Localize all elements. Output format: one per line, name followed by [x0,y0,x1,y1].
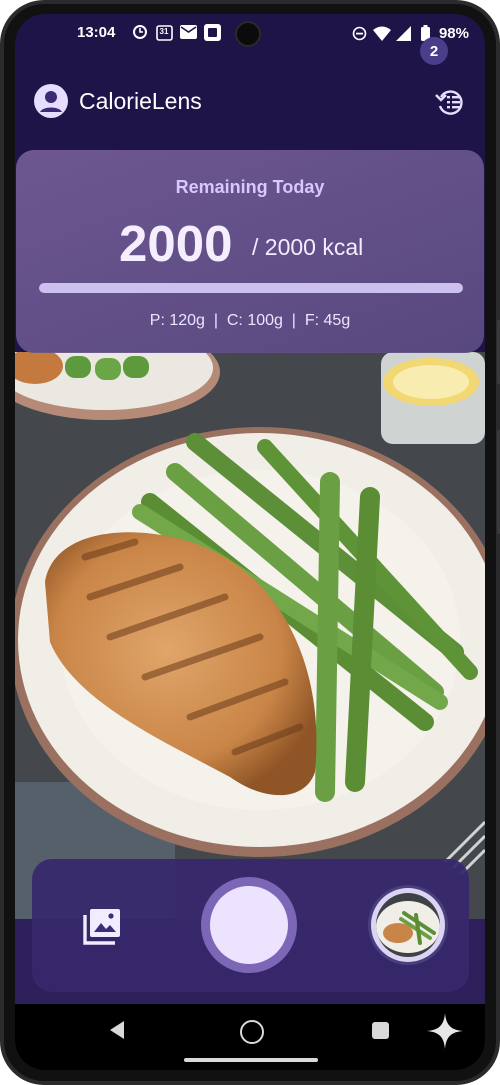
camera-preview[interactable] [15,352,485,919]
nav-home-button[interactable] [240,1020,264,1044]
sparkle-icon[interactable] [427,1013,463,1049]
thumbnail-image [376,893,440,957]
signal-icon [395,24,413,42]
screen: 13:04 31 98% CalorieLens Remaining Today… [15,14,485,1070]
battery-level: 98% [438,24,469,42]
calendar-icon: 31 [155,23,173,41]
history-list-button[interactable] [433,85,467,119]
app-title: CalorieLens [79,88,202,114]
mail-icon [179,23,197,41]
shutter-button-inner [210,886,288,964]
remaining-calories-value: 2000 [119,215,233,272]
remaining-calories-card: Remaining Today 2000 / 2000 kcal P: 120g… [16,150,484,353]
gallery-icon [83,909,120,945]
front-camera [237,23,259,45]
profile-avatar-icon[interactable] [34,84,68,118]
wifi-icon [372,24,391,42]
app-bar: CalorieLens [15,78,485,126]
history-list-icon [435,90,463,115]
capture-controls [32,859,469,992]
total-calories: / 2000 kcal [252,234,364,260]
shutter-button[interactable] [201,877,297,973]
food-photo [15,352,485,919]
gallery-button[interactable] [80,905,124,949]
news-icon [203,23,221,41]
clock-notification-icon [131,23,149,41]
calorie-progress-fill [39,283,463,293]
calorie-progress-bar [39,283,463,293]
status-time: 13:04 [77,24,116,41]
status-bar: 13:04 31 98% [15,14,485,52]
do-not-disturb-icon [351,24,369,42]
calendar-day: 31 [159,27,169,36]
recent-meal-thumbnail[interactable] [368,885,448,965]
gesture-handle [184,1058,318,1062]
nav-back-button[interactable] [109,1020,125,1040]
remaining-label: Remaining Today [175,177,325,197]
navigation-bar [15,1004,485,1070]
queue-count-badge: 2 [420,37,448,65]
nav-recents-button[interactable] [372,1022,389,1039]
macros-summary: P: 120g | C: 100g | F: 45g [149,312,351,329]
